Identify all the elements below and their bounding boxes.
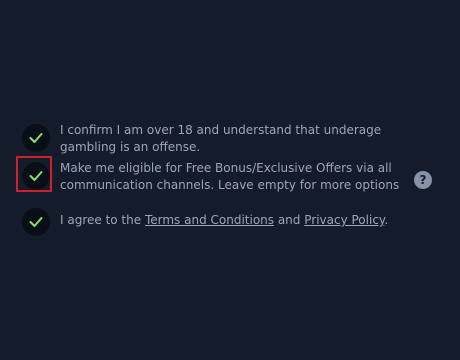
consent-row-bonus: Make me eligible for Free Bonus/Exclusiv… <box>16 156 440 204</box>
privacy-policy-link[interactable]: Privacy Policy <box>304 213 384 227</box>
checkmark-icon <box>29 171 43 181</box>
checkmark-icon <box>29 133 43 143</box>
consent-checkbox-list: I confirm I am over 18 and understand th… <box>16 122 440 236</box>
age-confirm-checkbox[interactable] <box>22 124 50 152</box>
bonus-checkbox-wrapper <box>16 156 52 192</box>
consent-row-terms: I agree to the Terms and Conditions and … <box>22 206 440 236</box>
terms-suffix-text: . <box>384 213 389 227</box>
consent-row-age: I confirm I am over 18 and understand th… <box>22 122 440 158</box>
bonus-offers-checkbox[interactable] <box>22 162 50 190</box>
checkmark-icon <box>29 217 43 227</box>
terms-checkbox-wrapper <box>22 206 50 236</box>
page: { "consents": { "age": { "text": "I conf… <box>0 0 460 360</box>
terms-agree-checkbox[interactable] <box>22 208 50 236</box>
bonus-offers-label: Make me eligible for Free Bonus/Exclusiv… <box>60 161 400 192</box>
age-confirm-label: I confirm I am over 18 and understand th… <box>60 123 382 154</box>
age-checkbox-wrapper <box>22 122 50 152</box>
question-circle-icon[interactable]: ? <box>414 171 432 189</box>
terms-middle-text: and <box>274 213 305 227</box>
terms-agree-label: I agree to the Terms and Conditions and … <box>60 206 420 229</box>
terms-prefix-text: I agree to the <box>60 213 145 227</box>
terms-and-conditions-link[interactable]: Terms and Conditions <box>145 213 274 227</box>
